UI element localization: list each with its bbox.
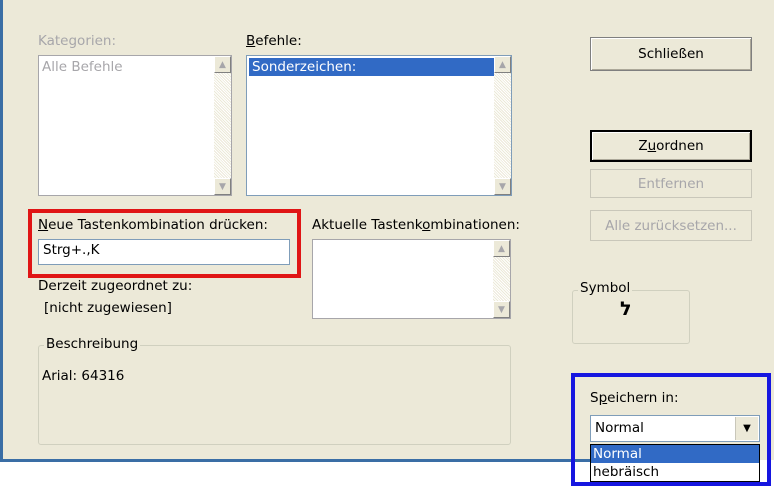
commands-label: Befehle: [246,33,302,49]
description-text: Arial: 64316 [42,368,125,384]
current-shortcuts-label: Aktuelle Tastenkombinationen: [312,217,520,233]
scroll-up-button[interactable]: ▲ [493,240,510,257]
arrow-down-icon: ▼ [499,181,506,192]
reset-all-button[interactable]: Alle zurücksetzen... [590,210,752,241]
current-shortcuts-scrollbar[interactable]: ▲ ▼ [493,240,510,318]
scroll-up-button[interactable]: ▲ [214,56,231,73]
assigned-to-value: [nicht zugewiesen] [44,300,172,316]
remove-button[interactable]: Entfernen [590,169,752,198]
arrow-down-icon: ▼ [498,304,505,315]
description-group [38,345,511,445]
dialog-bottom-border [0,459,590,462]
assigned-to-label: Derzeit zugeordnet zu: [38,278,193,294]
scroll-down-button[interactable]: ▼ [214,178,231,195]
highlight-box-red [28,209,301,278]
assign-button[interactable]: Zu ordnen [590,130,752,162]
scroll-up-button[interactable]: ▲ [494,56,511,73]
categories-label: Kategorien: [38,33,117,49]
categories-scrollbar[interactable]: ▲ ▼ [214,56,231,195]
list-item[interactable]: Alle Befehle [42,59,123,75]
arrow-up-icon: ▲ [499,59,506,70]
scroll-down-button[interactable]: ▼ [494,178,511,195]
highlight-box-blue [571,373,771,486]
scroll-down-button[interactable]: ▼ [493,301,510,318]
current-shortcuts-listbox[interactable]: ▲ ▼ [312,239,511,319]
commands-listbox[interactable]: Sonderzeichen: ▲ ▼ [246,55,512,196]
arrow-up-icon: ▲ [498,243,505,254]
window-border [0,0,3,460]
list-item[interactable]: Sonderzeichen: [249,58,494,76]
commands-scrollbar[interactable]: ▲ ▼ [494,56,511,195]
close-button[interactable]: Schließen [590,37,752,71]
symbol-label: Symbol [578,280,633,296]
description-label: Beschreibung [44,336,141,352]
categories-listbox[interactable]: Alle Befehle ▲ ▼ [38,55,232,196]
symbol-glyph: ל [620,298,632,320]
arrow-down-icon: ▼ [219,181,226,192]
arrow-up-icon: ▲ [219,59,226,70]
